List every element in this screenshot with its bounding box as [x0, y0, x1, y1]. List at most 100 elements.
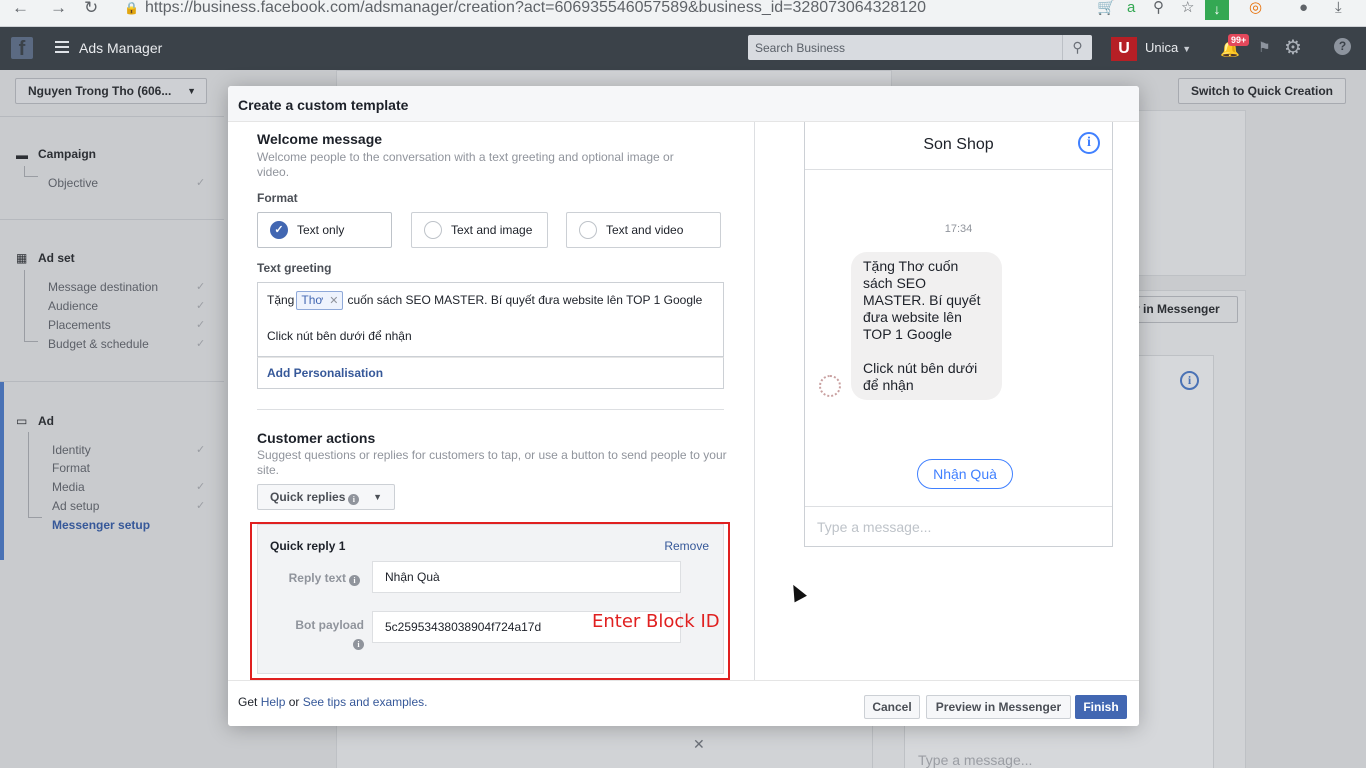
facebook-logo-icon[interactable]: f: [11, 37, 33, 60]
search-icon[interactable]: ⚲: [1062, 35, 1092, 60]
flag-icon[interactable]: ⚑: [1258, 39, 1271, 56]
radio-icon: [424, 221, 442, 239]
grid-icon: ▦: [16, 251, 28, 265]
cart-extension-icon[interactable]: 🛒: [1097, 0, 1116, 18]
sidebar-item-budget-schedule[interactable]: Budget & schedule: [48, 337, 149, 351]
greeting-rest: cuốn sách SEO MASTER. Bí quyết đưa websi…: [347, 293, 703, 307]
profile-icon[interactable]: ●: [1299, 0, 1308, 18]
top-navigation-bar: f Ads Manager ⚲ U Unica▼ 🔔 99+ ⚑ ⚙ ?: [0, 27, 1366, 70]
chrome-extension-icon[interactable]: ◎: [1249, 0, 1262, 18]
nav-title-campaign[interactable]: Campaign: [38, 147, 96, 161]
phone-preview: Son Shop i 17:34 Tặng Thơ cuốn sách SEO …: [804, 122, 1113, 547]
message-composer: [805, 506, 1112, 546]
close-icon[interactable]: ✕: [693, 736, 705, 753]
footer-or: or: [288, 695, 300, 709]
check-icon: ✓: [196, 177, 206, 189]
highlight-box: [250, 522, 730, 680]
format-label: Format: [257, 191, 298, 205]
bookmark-star-icon[interactable]: ☆: [1181, 0, 1194, 18]
user-name: Unica: [1145, 40, 1179, 55]
chevron-down-icon: ▼: [373, 492, 382, 502]
sidebar-item-identity[interactable]: Identity: [52, 443, 91, 457]
message-timestamp: 17:34: [944, 223, 973, 235]
account-selector[interactable]: Nguyen Trong Tho (606... ▼: [15, 78, 207, 104]
modal-title: Create a custom template: [238, 97, 409, 113]
sidebar-item-audience[interactable]: Audience: [48, 299, 98, 313]
help-icon[interactable]: ?: [1334, 38, 1351, 55]
sidebar-item-message-destination[interactable]: Message destination: [48, 280, 158, 294]
gear-icon[interactable]: ⚙: [1284, 35, 1302, 60]
download-icon[interactable]: ⤓: [1335, 0, 1342, 18]
format-option-label: Text and video: [606, 223, 684, 237]
personalisation-token[interactable]: Thơ ✕: [296, 291, 344, 310]
amazon-extension-icon[interactable]: a: [1127, 0, 1135, 18]
greeting-line-1: Tặng Thơ ✕ cuốn sách SEO MASTER. Bí quyết đ…: [267, 291, 702, 310]
menu-icon[interactable]: [55, 41, 69, 53]
format-option-text-and-video[interactable]: Text and video: [566, 212, 721, 248]
info-icon[interactable]: i: [1078, 132, 1100, 154]
sidebar-item-media[interactable]: Media: [52, 480, 85, 494]
bg-message-placeholder: Type a message...: [918, 752, 1033, 768]
welcome-message-description: Welcome people to the conversation with …: [257, 150, 674, 179]
check-icon: ✓: [196, 300, 206, 312]
format-option-text-and-image[interactable]: Text and image: [411, 212, 548, 248]
greeting-line-2: Click nút bên dưới để nhận: [267, 329, 412, 343]
bg-info-icon[interactable]: i: [1180, 371, 1199, 390]
address-bar[interactable]: 🔒 https://business.facebook.com/adsmanage…: [124, 0, 926, 16]
sidebar-item-format[interactable]: Format: [52, 461, 90, 475]
divider: [257, 409, 724, 410]
info-icon: i: [348, 494, 360, 505]
url-text: https://business.facebook.com/adsmanager…: [144, 0, 926, 16]
zoom-icon[interactable]: ⚲: [1153, 0, 1164, 18]
bg-preview-in-messenger-button[interactable]: v in Messenger: [1124, 296, 1238, 323]
messenger-preview-pane: Son Shop i 17:34 Tặng Thơ cuốn sách SEO …: [754, 122, 1139, 680]
text-greeting-label: Text greeting: [257, 261, 332, 275]
search-box: ⚲: [748, 35, 1092, 60]
bg-side-card: [1134, 110, 1246, 276]
quick-reply-chip[interactable]: Nhận Quà: [917, 459, 1013, 489]
text-greeting-input[interactable]: Tặng Thơ ✕ cuốn sách SEO MASTER. Bí quyết đ…: [257, 282, 724, 357]
sidebar-item-objective[interactable]: Objective: [48, 176, 98, 190]
active-section-indicator: [0, 382, 4, 560]
message-input[interactable]: [805, 507, 1112, 546]
tips-link[interactable]: See tips and examples.: [303, 695, 428, 709]
account-name: Nguyen Trong Tho (606...: [28, 84, 172, 98]
forward-arrow-icon[interactable]: →: [50, 0, 67, 18]
app-title: Ads Manager: [79, 40, 163, 56]
switch-to-quick-creation-button[interactable]: Switch to Quick Creation: [1178, 78, 1346, 104]
back-arrow-icon[interactable]: ←: [12, 0, 29, 18]
tree-line: [28, 432, 42, 518]
user-menu[interactable]: Unica ▼: [1145, 40, 1191, 55]
finish-button[interactable]: Finish: [1075, 695, 1127, 719]
customer-action-type-select[interactable]: Quick replies i ▼: [257, 484, 395, 510]
check-icon: ✓: [196, 319, 206, 331]
nav-title-ad-set[interactable]: Ad set: [38, 251, 75, 265]
check-icon: ✓: [196, 281, 206, 293]
avatar[interactable]: U: [1111, 37, 1137, 61]
format-option-label: Text and image: [451, 223, 533, 237]
close-icon[interactable]: ✕: [329, 295, 338, 307]
sidebar-item-placements[interactable]: Placements: [48, 318, 111, 332]
sidebar-item-messenger-setup[interactable]: Messenger setup: [52, 518, 150, 532]
sidebar-item-ad-setup[interactable]: Ad setup: [52, 499, 99, 513]
cancel-button[interactable]: Cancel: [864, 695, 920, 719]
search-input[interactable]: [748, 35, 1062, 60]
reload-icon[interactable]: ↻: [84, 0, 98, 18]
help-link[interactable]: Help: [261, 695, 286, 709]
check-icon: ✓: [196, 444, 206, 456]
format-option-label: Text only: [297, 223, 345, 237]
preview-in-messenger-button[interactable]: Preview in Messenger: [926, 695, 1071, 719]
nav-title-ad[interactable]: Ad: [38, 414, 54, 428]
format-option-text-only[interactable]: ✓ Text only: [257, 212, 392, 248]
modal-footer: Get Help or See tips and examples. Cance…: [228, 680, 1139, 726]
phone-header: Son Shop i: [805, 122, 1112, 170]
footer-get: Get: [238, 695, 258, 709]
page-avatar: [819, 375, 841, 397]
message-text-2: Click nút bên dưới để nhận: [863, 360, 978, 393]
check-icon: ✓: [196, 481, 206, 493]
download-extension-icon[interactable]: ↓: [1205, 0, 1229, 20]
tree-line: [24, 270, 38, 342]
add-personalisation-link[interactable]: Add Personalisation: [257, 357, 724, 389]
page-name: Son Shop: [923, 136, 994, 153]
notification-badge: 99+: [1228, 34, 1250, 46]
